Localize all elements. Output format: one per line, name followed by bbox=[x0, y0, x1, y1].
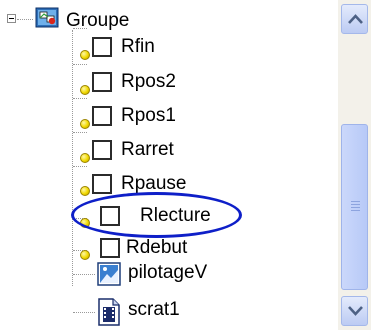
tree-item-label[interactable]: Rpos2 bbox=[121, 71, 176, 93]
grip-line bbox=[351, 201, 360, 202]
pin-icon bbox=[80, 50, 90, 60]
pin-icon bbox=[80, 250, 90, 260]
tree-item-label[interactable]: pilotageV bbox=[128, 262, 207, 284]
vertical-scrollbar[interactable] bbox=[338, 0, 371, 330]
pin-icon bbox=[80, 186, 90, 196]
tree-item-label[interactable]: Rarret bbox=[121, 139, 174, 161]
checkbox[interactable] bbox=[100, 206, 120, 226]
tree-connector-line bbox=[72, 30, 73, 286]
tree-connector-line bbox=[73, 98, 87, 99]
tree-item-label[interactable]: Rdebut bbox=[126, 237, 187, 259]
tree-item-label[interactable]: scrat1 bbox=[128, 299, 180, 321]
scroll-thumb[interactable] bbox=[341, 124, 368, 290]
tree-connector-line bbox=[73, 312, 95, 313]
tree-item-label[interactable]: Rfin bbox=[121, 36, 155, 58]
chevron-down-icon bbox=[348, 306, 363, 316]
tree-view[interactable]: Groupe Rfin Rpos2 Rpos1 Rarret Rpause Rl… bbox=[0, 0, 338, 330]
scroll-up-button[interactable] bbox=[341, 4, 368, 34]
pin-icon bbox=[80, 218, 90, 228]
picture-icon bbox=[97, 262, 121, 288]
collapse-toggle[interactable] bbox=[7, 14, 16, 23]
pin-icon bbox=[80, 119, 90, 129]
pin-icon bbox=[80, 85, 90, 95]
checkbox[interactable] bbox=[92, 106, 112, 126]
checkbox[interactable] bbox=[100, 238, 120, 258]
tree-connector-line bbox=[73, 64, 87, 65]
tree-root-label[interactable]: Groupe bbox=[66, 10, 129, 32]
film-icon bbox=[97, 298, 121, 326]
tree-connector-line bbox=[73, 166, 87, 167]
tree-item-label[interactable]: Rpos1 bbox=[121, 105, 176, 127]
tree-connector-line bbox=[73, 132, 87, 133]
grip-line bbox=[351, 204, 360, 205]
checkbox[interactable] bbox=[92, 174, 112, 194]
chevron-up-icon bbox=[348, 14, 363, 24]
grip-line bbox=[351, 210, 360, 211]
grip-line bbox=[351, 207, 360, 208]
scroll-down-button[interactable] bbox=[341, 296, 368, 326]
pin-icon bbox=[80, 153, 90, 163]
checkbox[interactable] bbox=[92, 140, 112, 160]
checkbox[interactable] bbox=[92, 72, 112, 92]
tree-item-label[interactable]: Rpause bbox=[121, 173, 187, 195]
checkbox[interactable] bbox=[92, 37, 112, 57]
tree-connector-line bbox=[73, 274, 95, 275]
tree-connector-line bbox=[17, 19, 33, 20]
tree-item-label[interactable]: Rlecture bbox=[140, 205, 211, 227]
group-folder-icon bbox=[35, 6, 61, 30]
